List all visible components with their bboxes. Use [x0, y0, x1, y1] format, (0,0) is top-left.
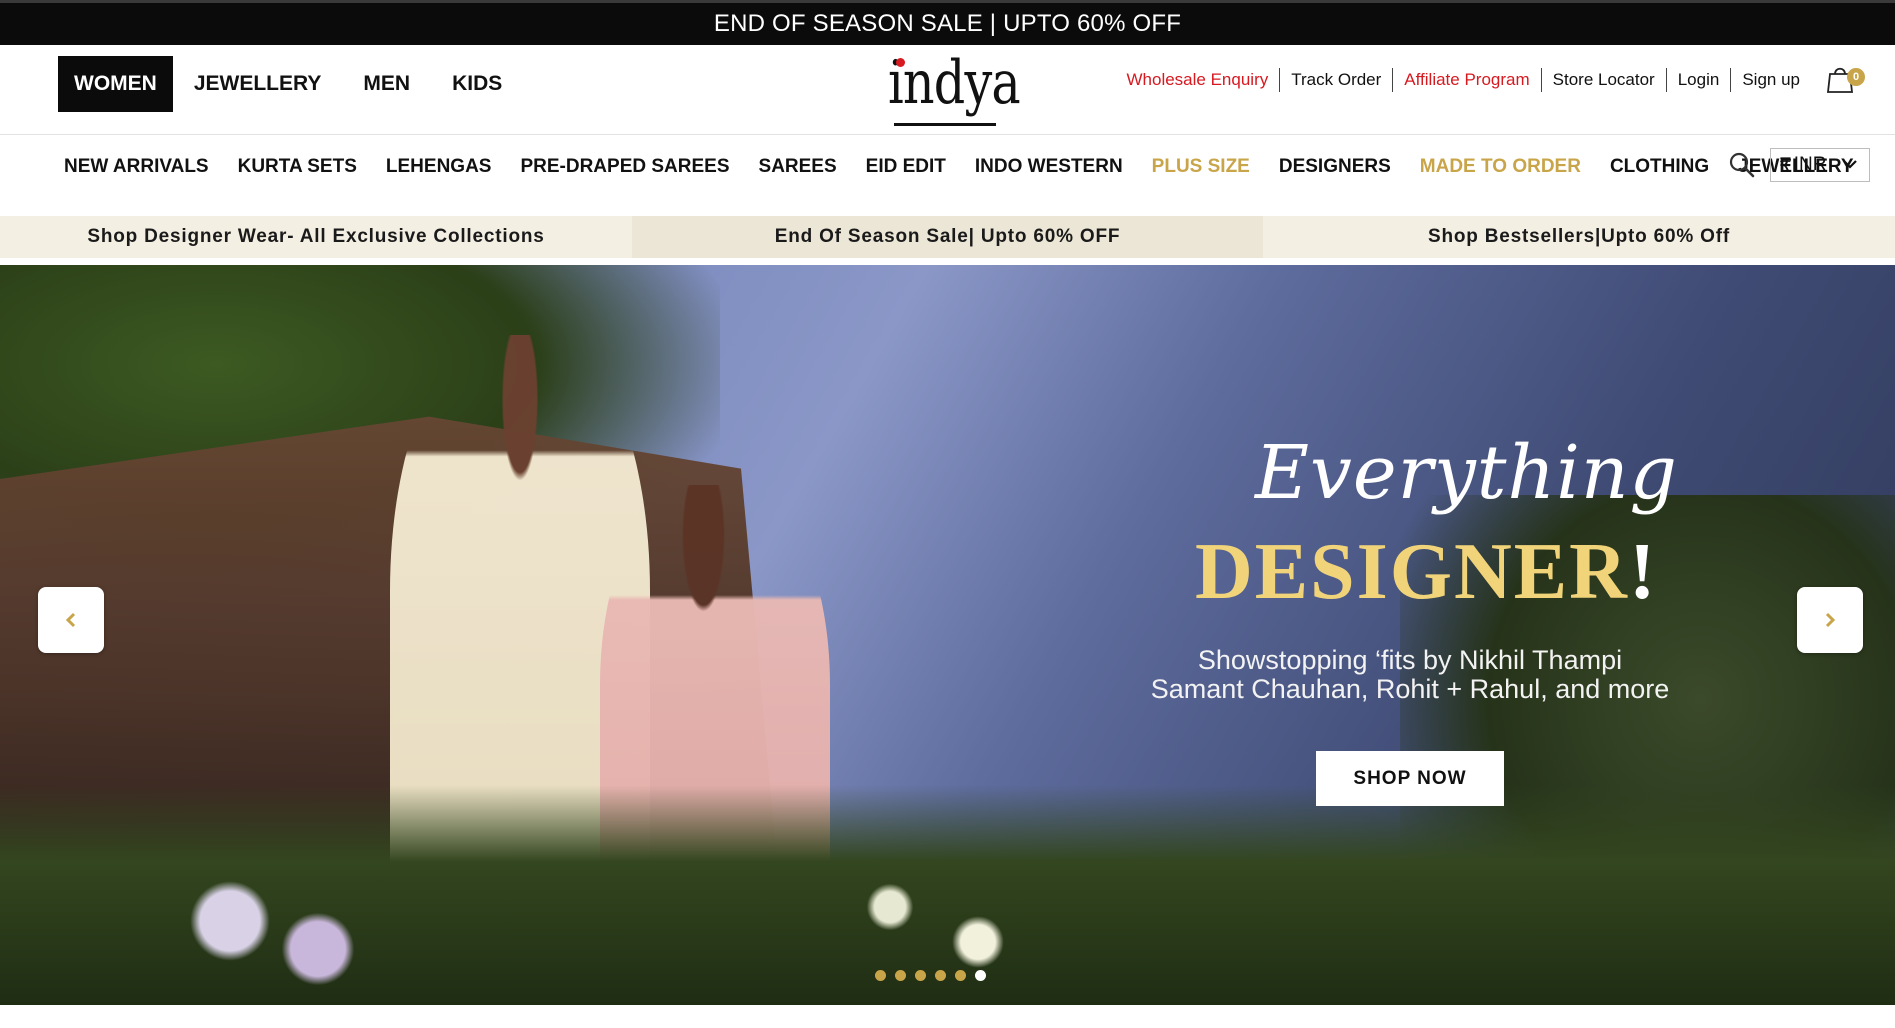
- hero-banner[interactable]: Everything DESIGNER! Showstopping ‘fits …: [0, 265, 1895, 1005]
- hero-flowers: [120, 865, 1220, 1005]
- category-sarees[interactable]: SAREES: [759, 156, 837, 178]
- wholesale-enquiry-link[interactable]: Wholesale Enquiry: [1116, 68, 1281, 92]
- carousel-dot[interactable]: [875, 970, 886, 981]
- cart-count-badge: 0: [1847, 68, 1865, 86]
- category-designers[interactable]: DESIGNERS: [1279, 156, 1391, 178]
- search-button[interactable]: [1728, 151, 1758, 181]
- category-eid-edit[interactable]: EID EDIT: [866, 156, 946, 178]
- carousel-dot[interactable]: [935, 970, 946, 981]
- logo-dot: [896, 58, 905, 67]
- hero-subtitle-line1: Showstopping ‘fits by Nikhil Thampi: [1197, 645, 1623, 675]
- category-kurta-sets[interactable]: KURTA SETS: [238, 156, 357, 178]
- shop-now-button[interactable]: SHOP NOW: [1316, 751, 1504, 806]
- gender-tab-kids[interactable]: KIDS: [431, 56, 523, 112]
- hero-headline: DESIGNER!: [1195, 527, 1658, 618]
- category-lehengas[interactable]: LEHENGAS: [386, 156, 492, 178]
- carousel-dots: [875, 970, 995, 981]
- category-pre-draped-sarees[interactable]: PRE-DRAPED SAREES: [520, 156, 729, 178]
- site-logo[interactable]: indya: [888, 53, 1021, 127]
- announcement-text: END OF SEASON SALE | UPTO 60% OFF: [713, 10, 1182, 37]
- category-made-to-order[interactable]: MADE TO ORDER: [1420, 156, 1581, 178]
- promo-strip: Shop Designer Wear- All Exclusive Collec…: [0, 216, 1895, 258]
- gender-tab-jewellery[interactable]: JEWELLERY: [173, 56, 343, 112]
- signup-link[interactable]: Sign up: [1731, 68, 1811, 92]
- carousel-prev-button[interactable]: [38, 587, 104, 653]
- track-order-link[interactable]: Track Order: [1280, 68, 1394, 92]
- hero-headline-mark: !: [1628, 528, 1658, 616]
- currency-selector[interactable]: ₹ INR: [1770, 148, 1870, 182]
- logo-underline: [894, 123, 996, 126]
- store-locator-link[interactable]: Store Locator: [1542, 68, 1667, 92]
- announcement-bar: END OF SEASON SALE | UPTO 60% OFF: [0, 0, 1895, 45]
- carousel-dot[interactable]: [915, 970, 926, 981]
- carousel-dot[interactable]: [895, 970, 906, 981]
- login-link[interactable]: Login: [1667, 68, 1732, 92]
- gender-tab-men[interactable]: MEN: [342, 56, 431, 112]
- hero-headline-word: DESIGNER: [1195, 528, 1629, 616]
- category-plus-size[interactable]: PLUS SIZE: [1152, 156, 1250, 178]
- carousel-dot[interactable]: [955, 970, 966, 981]
- category-nav: NEW ARRIVALS KURTA SETS LEHENGAS PRE-DRA…: [0, 136, 1895, 216]
- affiliate-program-link[interactable]: Affiliate Program: [1393, 68, 1542, 92]
- hero-subtitle-line2: Samant Chauhan, Rohit + Rahul, and more: [1150, 674, 1670, 704]
- category-new-arrivals[interactable]: NEW ARRIVALS: [64, 156, 209, 178]
- carousel-dot[interactable]: [975, 970, 986, 981]
- rupee-icon: ₹: [1779, 154, 1792, 177]
- promo-designer-wear[interactable]: Shop Designer Wear- All Exclusive Collec…: [0, 216, 632, 258]
- gender-tab-women[interactable]: WOMEN: [58, 56, 173, 112]
- promo-end-of-season[interactable]: End Of Season Sale| Upto 60% OFF: [632, 216, 1263, 258]
- chevron-left-icon: [65, 612, 76, 628]
- carousel-next-button[interactable]: [1797, 587, 1863, 653]
- search-icon: [1729, 152, 1755, 178]
- utility-links: Wholesale Enquiry Track Order Affiliate …: [1116, 64, 1865, 96]
- promo-bestsellers[interactable]: Shop Bestsellers|Upto 60% Off: [1263, 216, 1895, 258]
- category-indo-western[interactable]: INDO WESTERN: [975, 156, 1123, 178]
- category-clothing[interactable]: CLOTHING: [1610, 156, 1709, 178]
- gender-nav: WOMEN JEWELLERY MEN KIDS: [58, 56, 523, 112]
- site-header: WOMEN JEWELLERY MEN KIDS indya Wholesale…: [0, 45, 1895, 135]
- currency-value: INR: [1793, 154, 1827, 175]
- chevron-down-icon: [1843, 160, 1857, 169]
- cart-button[interactable]: 0: [1825, 64, 1865, 96]
- hero-script-text: Everything: [1255, 430, 1678, 516]
- chevron-right-icon: [1825, 612, 1836, 628]
